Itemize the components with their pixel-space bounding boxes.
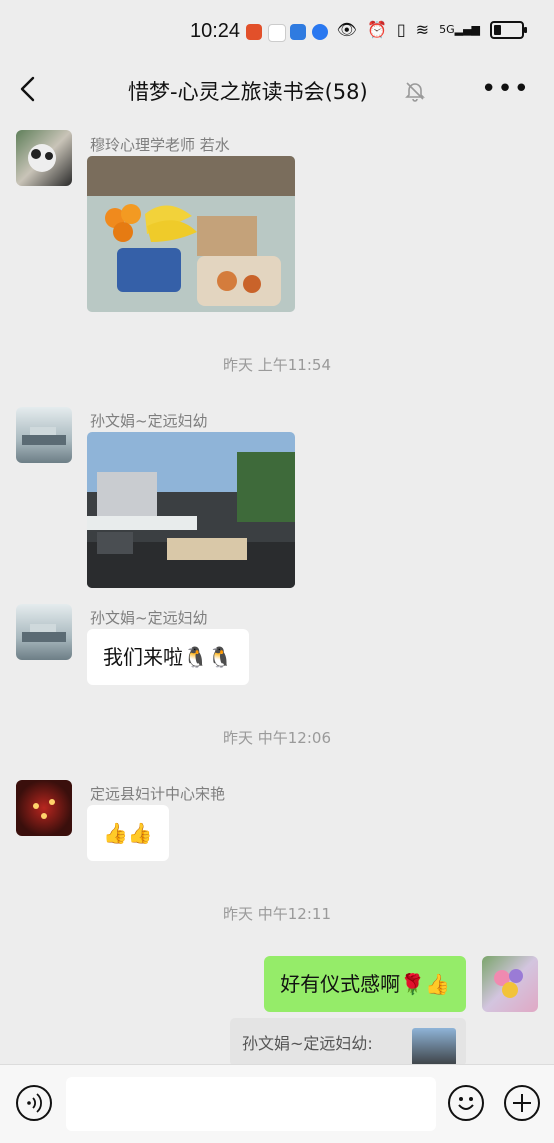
notification-icon xyxy=(268,24,286,42)
avatar[interactable] xyxy=(16,604,72,660)
timestamp: 昨天 中午12:11 xyxy=(223,905,331,923)
avatar[interactable] xyxy=(16,407,72,463)
my-avatar[interactable] xyxy=(482,956,538,1012)
timestamp: 昨天 中午12:06 xyxy=(223,729,331,747)
more-options-icon[interactable]: ••• xyxy=(481,74,530,104)
mute-bell-icon xyxy=(404,80,426,102)
sender-name: 孙文娟~定远妇幼 xyxy=(90,609,208,627)
chat-message-list[interactable]: 穆玲心理学老师 若水 昨天 上午11:54 孙文娟~定远妇幼 孙文娟~定远妇幼 … xyxy=(0,116,554,1064)
signal-icon: 5G▂▄▆ xyxy=(439,23,480,36)
wifi-icon: ≋ xyxy=(415,20,430,39)
page-title: 惜梦-心灵之旅读书会(58) xyxy=(128,80,368,104)
voice-input-icon[interactable] xyxy=(16,1085,52,1121)
vibrate-icon: ▯ xyxy=(396,20,406,39)
text-message-bubble[interactable]: 👍👍 xyxy=(87,805,169,861)
status-bar: 10:24 👁 ⏰ ▯ ≋ 5G▂▄▆ xyxy=(0,0,554,64)
network-label: 5G xyxy=(439,23,455,36)
eye-icon: 👁 xyxy=(336,20,357,39)
timestamp: 昨天 上午11:54 xyxy=(223,356,331,374)
quoted-sender: 孙文娟~定远妇幼: xyxy=(242,1034,373,1053)
photo-message[interactable] xyxy=(87,156,295,312)
back-icon[interactable] xyxy=(14,74,48,108)
message-input[interactable] xyxy=(66,1077,436,1131)
avatar[interactable] xyxy=(16,780,72,836)
notification-icon xyxy=(290,24,306,40)
photo-message[interactable] xyxy=(87,432,295,588)
notification-icon xyxy=(246,24,262,40)
own-text-message-bubble[interactable]: 好有仪式感啊🌹👍 xyxy=(264,956,466,1012)
text-message-bubble[interactable]: 我们来啦🐧🐧 xyxy=(87,629,249,685)
input-bar xyxy=(0,1064,554,1143)
system-icons: 👁 ⏰ ▯ ≋ 5G▂▄▆ xyxy=(336,20,527,39)
avatar[interactable] xyxy=(16,130,72,186)
notification-icon xyxy=(312,24,328,40)
quoted-photo-thumbnail xyxy=(412,1028,456,1064)
sender-name: 定远县妇计中心宋艳 xyxy=(90,785,226,803)
add-more-icon[interactable] xyxy=(504,1085,540,1121)
sender-name: 穆玲心理学老师 若水 xyxy=(90,136,230,154)
sender-name: 孙文娟~定远妇幼 xyxy=(90,412,208,430)
emoji-icon[interactable] xyxy=(448,1085,484,1121)
battery-icon xyxy=(490,20,527,39)
status-time: 10:24 xyxy=(190,20,241,42)
quoted-message[interactable]: 孙文娟~定远妇幼: xyxy=(230,1018,466,1064)
alarm-icon: ⏰ xyxy=(366,20,387,39)
chat-header: 惜梦-心灵之旅读书会(58) ••• xyxy=(0,64,554,116)
